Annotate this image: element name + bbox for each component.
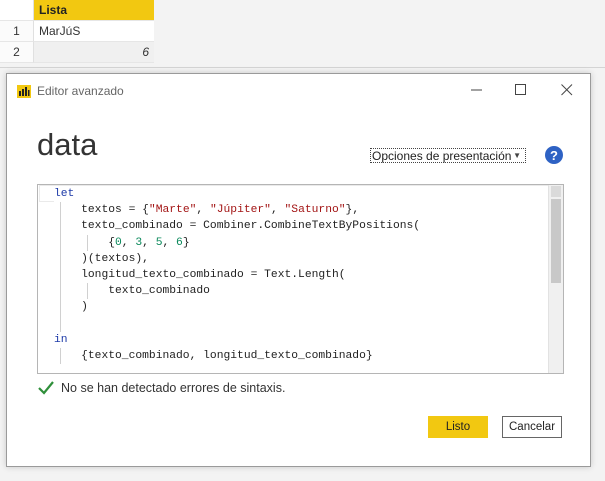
data-grid: Lista 1 MarJúS 2 6 — [0, 0, 154, 63]
done-button[interactable]: Listo — [428, 416, 488, 438]
code-text: , — [196, 204, 210, 217]
help-icon[interactable]: ? — [545, 146, 563, 164]
indent-guide — [60, 250, 61, 267]
code-line-3: texto_combinado = Combiner.CombineTextBy… — [54, 218, 548, 235]
code-text: textos = { — [54, 204, 149, 217]
indent-guide — [60, 315, 61, 332]
code-text: texto_combinado — [54, 285, 210, 298]
table-row: 2 6 — [0, 42, 154, 63]
maximize-button[interactable] — [499, 74, 543, 106]
row-index[interactable]: 2 — [0, 42, 34, 63]
syntax-status: No se han detectado errores de sintaxis. — [38, 378, 285, 398]
vertical-scrollbar[interactable] — [548, 185, 563, 373]
code-line-5: )(textos), — [54, 250, 548, 267]
code-line-10: in — [54, 332, 548, 348]
code-text: }, — [345, 204, 360, 217]
display-options-dropdown[interactable]: Opciones de presentación ▼ — [370, 148, 526, 163]
scroll-up-arrow[interactable] — [551, 186, 561, 197]
chevron-down-icon: ▼ — [513, 151, 521, 160]
keyword-let: let — [54, 188, 75, 200]
table-cell[interactable]: 6 — [34, 42, 154, 63]
code-text: } — [182, 236, 190, 249]
code-text: {texto_combinado, longitud_texto_combina… — [54, 349, 373, 362]
cancel-button[interactable]: Cancelar — [502, 416, 562, 438]
indent-guide — [60, 299, 61, 316]
indent-guide — [60, 347, 61, 365]
close-icon — [561, 84, 573, 96]
indent-guide — [60, 283, 61, 300]
code-text: , — [142, 236, 156, 249]
code-line-9 — [54, 315, 548, 332]
code-text: , — [270, 204, 285, 217]
code-text: texto_combinado = Combiner.CombineTextBy… — [54, 220, 421, 233]
status-text: No se han detectado errores de sintaxis. — [61, 381, 286, 395]
indent-guide — [60, 266, 61, 284]
grid-header-row: Lista — [0, 0, 154, 21]
check-icon — [38, 381, 54, 395]
dialog-title: Editor avanzado — [37, 84, 124, 98]
number-literal: 0 — [115, 236, 122, 249]
indent-guide — [60, 234, 61, 251]
code-line-4: {0, 3, 5, 6} — [54, 234, 548, 251]
display-options-label: Opciones de presentación — [372, 148, 512, 163]
code-line-11: {texto_combinado, longitud_texto_combina… — [54, 347, 548, 365]
minimize-icon — [471, 89, 482, 91]
code-editor[interactable]: let textos = {"Marte", "Júpiter", "Satur… — [37, 184, 564, 374]
indent-guide — [87, 234, 88, 251]
code-line-7: texto_combinado — [54, 283, 548, 300]
string-literal: "Saturno" — [284, 204, 346, 217]
maximize-icon — [515, 84, 526, 95]
code-text: longitud_texto_combinado = Text.Length( — [54, 268, 346, 281]
number-literal: 6 — [176, 236, 183, 249]
minimize-button[interactable] — [455, 74, 499, 106]
column-header-lista[interactable]: Lista — [34, 0, 154, 21]
code-text: , — [162, 236, 177, 249]
string-literal: "Marte" — [148, 204, 197, 217]
advanced-editor-dialog: Editor avanzado data Opciones de present… — [6, 73, 591, 467]
code-text: )(textos), — [54, 252, 149, 265]
title-bar[interactable]: Editor avanzado — [7, 74, 590, 108]
code-lines: let textos = {"Marte", "Júpiter", "Satur… — [54, 186, 548, 365]
code-line-1: let — [54, 186, 548, 203]
grid-corner[interactable] — [0, 0, 34, 21]
code-line-2: textos = {"Marte", "Júpiter", "Saturno"}… — [54, 202, 548, 219]
row-index[interactable]: 1 — [0, 21, 34, 42]
code-line-8: ) — [54, 299, 548, 316]
table-cell[interactable]: MarJúS — [34, 21, 154, 42]
code-text: { — [54, 236, 116, 249]
indent-guide — [60, 202, 61, 219]
indent-guide — [87, 283, 88, 300]
table-row: 1 MarJúS — [0, 21, 154, 42]
close-button[interactable] — [545, 74, 589, 106]
divider — [0, 67, 605, 68]
code-text: , — [121, 236, 136, 249]
string-literal: "Júpiter" — [209, 204, 271, 217]
indent-guide — [60, 218, 61, 235]
keyword-in: in — [54, 333, 68, 346]
code-line-6: longitud_texto_combinado = Text.Length( — [54, 266, 548, 284]
scroll-thumb[interactable] — [551, 199, 561, 283]
power-bi-icon — [17, 85, 31, 98]
query-name: data — [37, 127, 98, 162]
